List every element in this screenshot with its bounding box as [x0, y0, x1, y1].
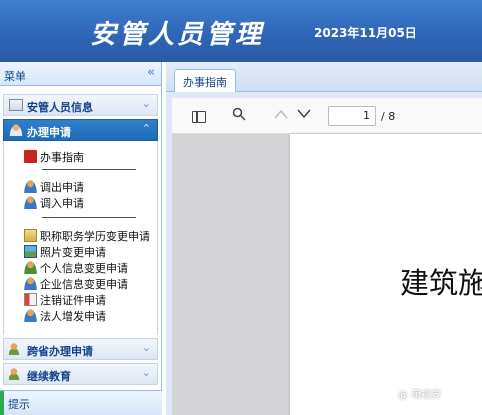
panel-handling-application[interactable]: 办理申请 ⌃: [3, 119, 158, 141]
next-page-icon[interactable]: [295, 107, 313, 125]
menu-item-photo-change[interactable]: 照片变更申请: [24, 244, 106, 259]
user-icon: [24, 261, 37, 274]
menu-item-personal-info-change[interactable]: 个人信息变更申请: [24, 260, 128, 275]
image-icon: [24, 245, 37, 258]
document-icon: [24, 229, 37, 242]
pdf-icon: [24, 150, 37, 163]
main-content: 办事指南 1 / 8 建筑施: [166, 62, 482, 415]
double-chevron-up-icon: ⌃: [141, 122, 151, 135]
previous-page-icon[interactable]: [272, 107, 290, 125]
status-indicator: [0, 391, 4, 415]
sidebar: 菜单 « 安管人员信息 ⌄ 办理申请 ⌃ 办事指南 调出申请 调入申请 职称职务…: [0, 62, 162, 415]
menu-item-transfer-out[interactable]: 调出申请: [24, 179, 84, 194]
panel-label: 继续教育: [27, 370, 71, 383]
panel-label: 安管人员信息: [27, 101, 93, 114]
tip-panel[interactable]: 提示: [0, 390, 162, 415]
double-chevron-down-icon: ⌄: [141, 341, 151, 354]
page-count: / 8: [381, 110, 396, 123]
header-date: 2023年11月05日: [314, 26, 417, 40]
sidebar-title: 菜单: [4, 70, 26, 83]
sidebar-toggle-icon[interactable]: [190, 107, 208, 125]
user-icon: [24, 309, 37, 322]
menu-item-transfer-in[interactable]: 调入申请: [24, 195, 84, 210]
panel-label: 跨省办理申请: [27, 345, 93, 358]
page-heading-text: 建筑施: [400, 266, 482, 300]
card-icon: [24, 293, 37, 306]
double-chevron-left-icon[interactable]: «: [147, 65, 155, 80]
user-icon: [24, 196, 37, 209]
panel-safety-personnel-info[interactable]: 安管人员信息 ⌄: [3, 94, 158, 116]
pdf-toolbar: 1 / 8: [172, 98, 482, 134]
menu-item-guide[interactable]: 办事指南: [24, 149, 84, 164]
app-header: 安管人员管理 2023年11月05日: [0, 0, 482, 62]
document-canvas[interactable]: 建筑施: [172, 134, 482, 415]
menu-item-title-change[interactable]: 职称职务学历变更申请: [24, 228, 150, 243]
menu-item-legal-person-issue[interactable]: 法人增发申请: [24, 308, 106, 323]
users-icon: [9, 343, 23, 355]
panel-body: 办事指南 调出申请 调入申请 职称职务学历变更申请 照片变更申请 个人信息变更申…: [3, 141, 158, 335]
user-icon: [9, 124, 23, 136]
app-title: 安管人员管理: [90, 20, 265, 50]
divider: [42, 169, 136, 170]
search-icon[interactable]: [230, 107, 248, 125]
user-icon: [24, 180, 37, 193]
page-number-input[interactable]: 1: [328, 106, 376, 126]
double-chevron-down-icon: ⌄: [141, 97, 151, 110]
divider: [42, 217, 136, 218]
tab-strip: 办事指南: [166, 62, 482, 92]
panel-continuing-education[interactable]: 继续教育 ⌄: [3, 363, 158, 385]
panel-cross-province[interactable]: 跨省办理申请 ⌄: [3, 338, 158, 360]
menu-item-cancel-certificate[interactable]: 注销证件申请: [24, 292, 106, 307]
document-page: 建筑施: [290, 134, 482, 415]
double-chevron-down-icon: ⌄: [141, 366, 151, 379]
sidebar-header: 菜单 «: [0, 62, 161, 86]
tip-label: 提示: [8, 398, 30, 411]
panel-label: 办理申请: [27, 126, 71, 139]
watermark-text: @ 萌视界: [398, 390, 442, 401]
pdf-viewer: 1 / 8 建筑施: [172, 98, 482, 415]
menu-item-company-info-change[interactable]: 企业信息变更申请: [24, 276, 128, 291]
tab-guide[interactable]: 办事指南: [174, 69, 236, 92]
user-icon: [24, 277, 37, 290]
folder-list-icon: [9, 99, 23, 111]
users-icon: [9, 368, 23, 380]
